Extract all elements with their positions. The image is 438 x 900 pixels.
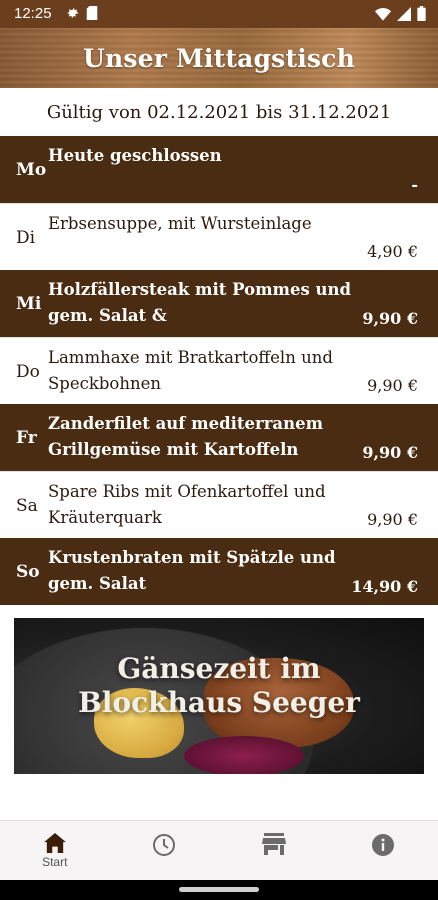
banner-text: Gänsezeit im Blockhaus Seeger: [14, 652, 424, 720]
menu-price: 9,90 €: [367, 376, 418, 395]
app-header: Unser Mittagstisch: [0, 28, 438, 88]
menu-dish: Spare Ribs mit Ofenkartoffel und Kräuter…: [48, 482, 326, 527]
menu-row-sunday: So Krustenbraten mit Spätzle und gem. Sa…: [0, 538, 438, 605]
banner-red-cabbage-image: [184, 736, 304, 774]
menu-price: 9,90 €: [362, 443, 418, 462]
wifi-icon: [375, 7, 391, 21]
bottom-navigation: Start: [0, 820, 438, 881]
store-icon: [261, 833, 286, 855]
validity-period: Gültig von 02.12.2021 bis 31.12.2021: [46, 102, 392, 123]
promo-banner[interactable]: Gänsezeit im Blockhaus Seeger: [14, 618, 424, 774]
menu-dish: Lammhaxe mit Bratkartoffeln und Speckboh…: [48, 348, 333, 393]
menu-row-thursday: Do Lammhaxe mit Bratkartoffeln und Speck…: [0, 337, 438, 404]
status-bar: 12:25: [0, 0, 438, 28]
menu-day: Fr: [16, 428, 37, 448]
banner-line-1: Gänsezeit im: [117, 652, 321, 685]
info-icon: [372, 834, 395, 856]
menu-day: Mi: [16, 294, 42, 314]
menu-day: Di: [16, 228, 36, 248]
menu-row-wednesday: Mi Holzfällersteak mit Pommes und gem. S…: [0, 270, 438, 337]
menu-row-saturday: Sa Spare Ribs mit Ofenkartoffel und Kräu…: [0, 471, 438, 538]
menu-row-friday: Fr Zanderfilet auf mediterranem Grillgem…: [0, 404, 438, 471]
nav-item-info[interactable]: [343, 821, 423, 881]
menu-price: 9,90 €: [367, 510, 418, 529]
status-time: 12:25: [14, 5, 52, 22]
menu-dish: Krustenbraten mit Spätzle und gem. Salat: [48, 548, 336, 593]
clock-icon: [153, 834, 176, 856]
menu-day: Mo: [16, 160, 47, 180]
menu-day: Sa: [16, 496, 38, 516]
menu-day: So: [16, 562, 40, 582]
menu-dish: Zanderfilet auf mediterranem Grillgemüse…: [48, 414, 324, 459]
menu-dish: Holzfällersteak mit Pommes und gem. Sala…: [48, 280, 352, 325]
settings-icon: [67, 8, 79, 18]
page-title: Unser Mittagstisch: [83, 44, 355, 73]
signal-icon: [397, 6, 411, 21]
nav-item-opening-hours[interactable]: [124, 821, 204, 881]
nav-item-store[interactable]: [234, 821, 314, 881]
system-gesture-bar: [0, 880, 438, 900]
menu-price: 14,90 €: [351, 577, 418, 596]
menu-row-monday: Mo Heute geschlossen -: [0, 136, 438, 203]
menu-dish: Erbsensuppe, mit Wursteinlage: [48, 214, 312, 233]
menu-price: -: [411, 175, 418, 194]
menu-dish: Heute geschlossen: [48, 146, 222, 165]
home-icon: [43, 833, 66, 853]
gesture-handle[interactable]: [179, 887, 259, 892]
menu-price: 9,90 €: [362, 309, 418, 328]
menu-price: 4,90 €: [367, 242, 418, 261]
sim-card-icon: [86, 6, 98, 20]
lunch-menu-list: Mo Heute geschlossen - Di Erbsensuppe, m…: [0, 136, 438, 605]
menu-row-tuesday: Di Erbsensuppe, mit Wursteinlage 4,90 €: [0, 203, 438, 270]
nav-label-start: Start: [42, 855, 68, 869]
menu-day: Do: [16, 362, 40, 382]
battery-icon: [417, 6, 426, 21]
nav-item-start[interactable]: Start: [15, 821, 95, 881]
banner-line-2: Blockhaus Seeger: [78, 686, 360, 719]
